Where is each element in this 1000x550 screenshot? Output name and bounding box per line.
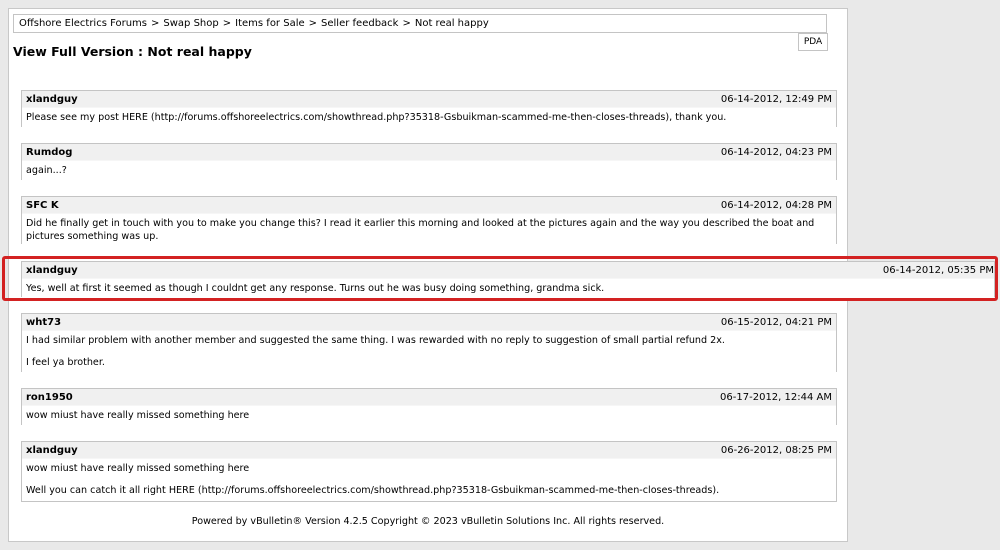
post-message: again...? [22,161,836,181]
post: xlandguy 06-26-2012, 08:25 PM wow miust … [21,441,837,502]
post-text: again...? [26,165,67,176]
post-text: Well you can catch it all right HERE (ht… [26,485,720,496]
post-author: wht73 [26,317,62,328]
post-text: I had similar problem with another membe… [26,335,725,346]
breadcrumb-separator: > [222,18,232,29]
post-date: 06-17-2012, 12:44 AM [720,392,832,403]
post-text: Did he finally get in touch with you to … [26,218,815,242]
post-text: wow miust have really missed something h… [26,463,250,474]
post: Rumdog 06-14-2012, 04:23 PM again...? [21,143,837,181]
post-date: 06-14-2012, 12:49 PM [720,94,832,105]
post-header: ron1950 06-17-2012, 12:44 AM [22,389,836,406]
post-date: 06-15-2012, 04:21 PM [720,317,832,328]
post-author: xlandguy [26,445,78,456]
post-date: 06-14-2012, 04:23 PM [720,147,832,158]
post-text: Please see my post HERE (http://forums.o… [26,112,727,123]
post-header: SFC K 06-14-2012, 04:28 PM [22,197,836,214]
post-message: Yes, well at first it seemed as though I… [22,279,994,299]
breadcrumb-link-items-for-sale[interactable]: Items for Sale [235,18,305,29]
post-header: wht73 06-15-2012, 04:21 PM [22,314,836,331]
breadcrumb-separator: > [151,18,160,29]
breadcrumb-link-swap-shop[interactable]: Swap Shop [163,18,218,29]
post-author: xlandguy [26,94,78,105]
post-header: xlandguy 06-26-2012, 08:25 PM [22,442,836,459]
breadcrumb-current-thread: Not real happy [414,18,489,29]
post-header: Rumdog 06-14-2012, 04:23 PM [22,144,836,161]
pda-button[interactable]: PDA [798,33,828,51]
post: xlandguy 06-14-2012, 12:49 PM Please see… [21,90,837,128]
post: ron1950 06-17-2012, 12:44 AM wow miust h… [21,388,837,426]
post-message: wow miust have really missed something h… [22,459,836,501]
post-message: I had similar problem with another membe… [22,331,836,373]
breadcrumb-separator: > [308,18,318,29]
breadcrumb-separator: > [402,18,411,29]
post-author: ron1950 [26,392,73,403]
post-text: I feel ya brother. [26,357,105,368]
post-message: Please see my post HERE (http://forums.o… [22,108,836,128]
post-date: 06-26-2012, 08:25 PM [720,445,832,456]
breadcrumb: Offshore Electrics Forums > Swap Shop > Item… [13,14,827,33]
breadcrumb-link-forums[interactable]: Offshore Electrics Forums [19,18,147,29]
post-text: wow miust have really missed something h… [26,410,250,421]
post: SFC K 06-14-2012, 04:28 PM Did he finall… [21,196,837,247]
footer-copyright: Powered by vBulletin® Version 4.2.5 Copy… [191,516,665,527]
post-message: Did he finally get in touch with you to … [22,214,836,247]
page-title[interactable]: View Full Version : Not real happy [13,44,252,59]
breadcrumb-link-seller-feedback[interactable]: Seller feedback [321,18,398,29]
post-message: wow miust have really missed something h… [22,406,836,426]
post-date: 06-14-2012, 05:35 PM [882,265,994,276]
post-header: xlandguy 06-14-2012, 12:49 PM [22,91,836,108]
post-author: SFC K [26,200,59,211]
post-date: 06-14-2012, 04:28 PM [720,200,832,211]
post-highlighted: xlandguy 06-14-2012, 05:35 PM Yes, well … [21,261,995,299]
post-header: xlandguy 06-14-2012, 05:35 PM [22,262,994,279]
post-author: xlandguy [26,265,78,276]
post-author: Rumdog [26,147,73,158]
post-text: Yes, well at first it seemed as though I… [26,283,605,294]
post: wht73 06-15-2012, 04:21 PM I had similar… [21,313,837,373]
